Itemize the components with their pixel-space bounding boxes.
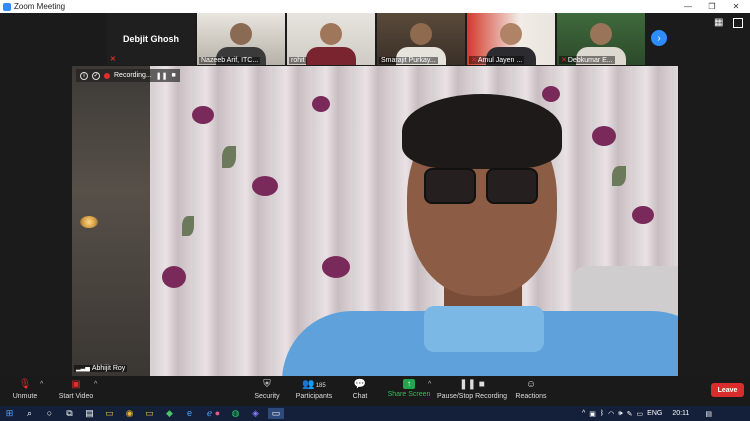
shield-check-icon[interactable]: ✓ [92,71,100,80]
pause-recording-icon[interactable]: ❚❚ [156,72,168,80]
pause-stop-icon: ❚❚ ■ [459,379,485,390]
title-bar: Zoom Meeting — ❐ ✕ [0,0,750,13]
app-icon[interactable]: ◈ [250,408,261,419]
tray-caret-icon[interactable]: ^ [582,410,585,417]
edge-icon[interactable]: e [184,408,195,419]
active-speaker-video [72,66,678,376]
smiley-icon: ☺ [525,379,537,390]
participant-face [230,23,252,45]
recording-dot-icon [104,72,110,79]
search-icon[interactable]: ⌕ [24,408,35,419]
window-title: Zoom Meeting [14,2,66,11]
zoom-taskbar-icon[interactable]: ▭ [268,408,284,419]
speaker-collar [424,306,544,352]
mic-muted-icon: ✕ [471,57,477,64]
security-button[interactable]: ⛨ Security [252,377,282,406]
meeting-toolbar: 🎙 Unmute ^ ▣ Start Video ^ ⛨ Security 👥1… [0,377,750,406]
language-indicator[interactable]: ENG [647,410,662,417]
recording-label: Recording... [114,72,152,79]
participant-name: Debjit Ghosh [123,34,179,44]
info-icon[interactable]: i [80,71,88,80]
reactions-button[interactable]: ☺ Reactions [514,377,548,406]
pause-stop-recording-button[interactable]: ❚❚ ■ Pause/Stop Recording [437,377,507,406]
microphone-muted-icon: 🎙 [18,379,32,390]
windows-taskbar: ⊞ ⌕ ○ ⧉ ▤ ▭ ◉ ▭ ◆ e ℯ ● ◍ ◈ ▭ ^ ▣ ᛒ ◠ 🕪 … [0,406,750,421]
participant-tile[interactable]: ✕ Debkumar E... [557,13,645,65]
store-icon[interactable]: ▤ [84,408,95,419]
folder-icon[interactable]: ▭ [144,408,155,419]
participant-label: Nazeeb Arif, ITC... [199,57,261,64]
speaker-hair [402,94,562,169]
participant-label: Smarajit Purkay... [379,57,438,64]
pen-icon[interactable]: ✎ [627,410,633,418]
battery-icon[interactable]: ▭ [637,410,644,418]
share-screen-button[interactable]: ↑ Share Screen [388,377,430,406]
leave-button[interactable]: Leave [711,383,744,397]
task-view-icon[interactable]: ⧉ [64,408,75,419]
share-options-caret[interactable]: ^ [428,381,431,388]
wifi-icon[interactable]: ◠ [608,410,614,418]
participant-tile[interactable]: Debjit Ghosh ✕ [107,13,195,65]
participant-face [410,23,432,45]
chat-button[interactable]: 💬 Chat [348,377,372,406]
participant-tile[interactable]: rohit [287,13,375,65]
restore-button[interactable]: ❐ [700,0,724,13]
participants-button[interactable]: 👥185 Participants [294,377,334,406]
participant-face [500,23,522,45]
stop-recording-icon[interactable]: ■ [171,72,175,79]
notifications-icon[interactable]: ▤ [705,410,712,418]
video-options-caret[interactable]: ^ [94,381,97,388]
app-icon[interactable]: ◆ [164,408,175,419]
participant-face [320,23,342,45]
unmute-button[interactable]: 🎙 Unmute [10,377,40,406]
gallery-view-icon[interactable]: ▦ [714,18,724,28]
clock[interactable]: 20:11 [672,410,689,417]
participants-icon: 👥185 [302,379,326,390]
share-screen-icon: ↑ [403,379,415,389]
participant-tile[interactable]: Smarajit Purkay... [377,13,465,65]
speaker-glasses [424,168,544,206]
file-explorer-icon[interactable]: ▭ [104,408,115,419]
video-off-icon: ▣ [71,379,81,390]
shield-icon: ⛨ [263,379,271,390]
fullscreen-icon[interactable] [733,18,743,28]
whatsapp-icon[interactable]: ◍ [230,408,241,419]
start-video-button[interactable]: ▣ Start Video [58,377,94,406]
participant-label: ✕ Amul Jayen ... [469,56,525,64]
participant-tile[interactable]: ✕ Amul Jayen ... [467,13,555,65]
wall-lamp [80,216,98,228]
chat-icon: 💬 [353,379,367,390]
minimize-button[interactable]: — [676,0,700,13]
audio-options-caret[interactable]: ^ [40,381,43,388]
recording-bar: i ✓ Recording... ❚❚ ■ [76,69,180,82]
firefox-icon[interactable]: ● [212,408,223,419]
mic-muted-icon: ✕ [110,56,116,63]
bluetooth-icon[interactable]: ᛒ [600,410,604,417]
zoom-logo-icon [3,2,11,11]
close-button[interactable]: ✕ [724,0,748,13]
participant-face [590,23,612,45]
mic-muted-icon: ✕ [561,57,567,64]
volume-icon[interactable]: 🕪 [618,410,622,418]
participant-body [306,47,356,65]
tray-app-icon[interactable]: ▣ [589,410,596,418]
participant-tile[interactable]: Nazeeb Arif, ITC... [197,13,285,65]
cortana-icon[interactable]: ○ [44,408,55,419]
system-tray: ^ ▣ ᛒ ◠ 🕪 ✎ ▭ ENG 20:11 ▤ [582,406,712,421]
participant-label: ✕ Debkumar E... [559,56,615,64]
chrome-icon[interactable]: ◉ [124,408,135,419]
speaker-name-label: ▂▃▅ Abhijit Roy [74,365,128,372]
participant-label: rohit [289,57,307,64]
gallery-strip: Debjit Ghosh ✕ Nazeeb Arif, ITC... rohit… [107,13,645,65]
signal-bars-icon: ▂▃▅ [76,366,90,372]
next-page-icon[interactable]: › [651,30,667,46]
windows-start-icon[interactable]: ⊞ [4,408,15,419]
